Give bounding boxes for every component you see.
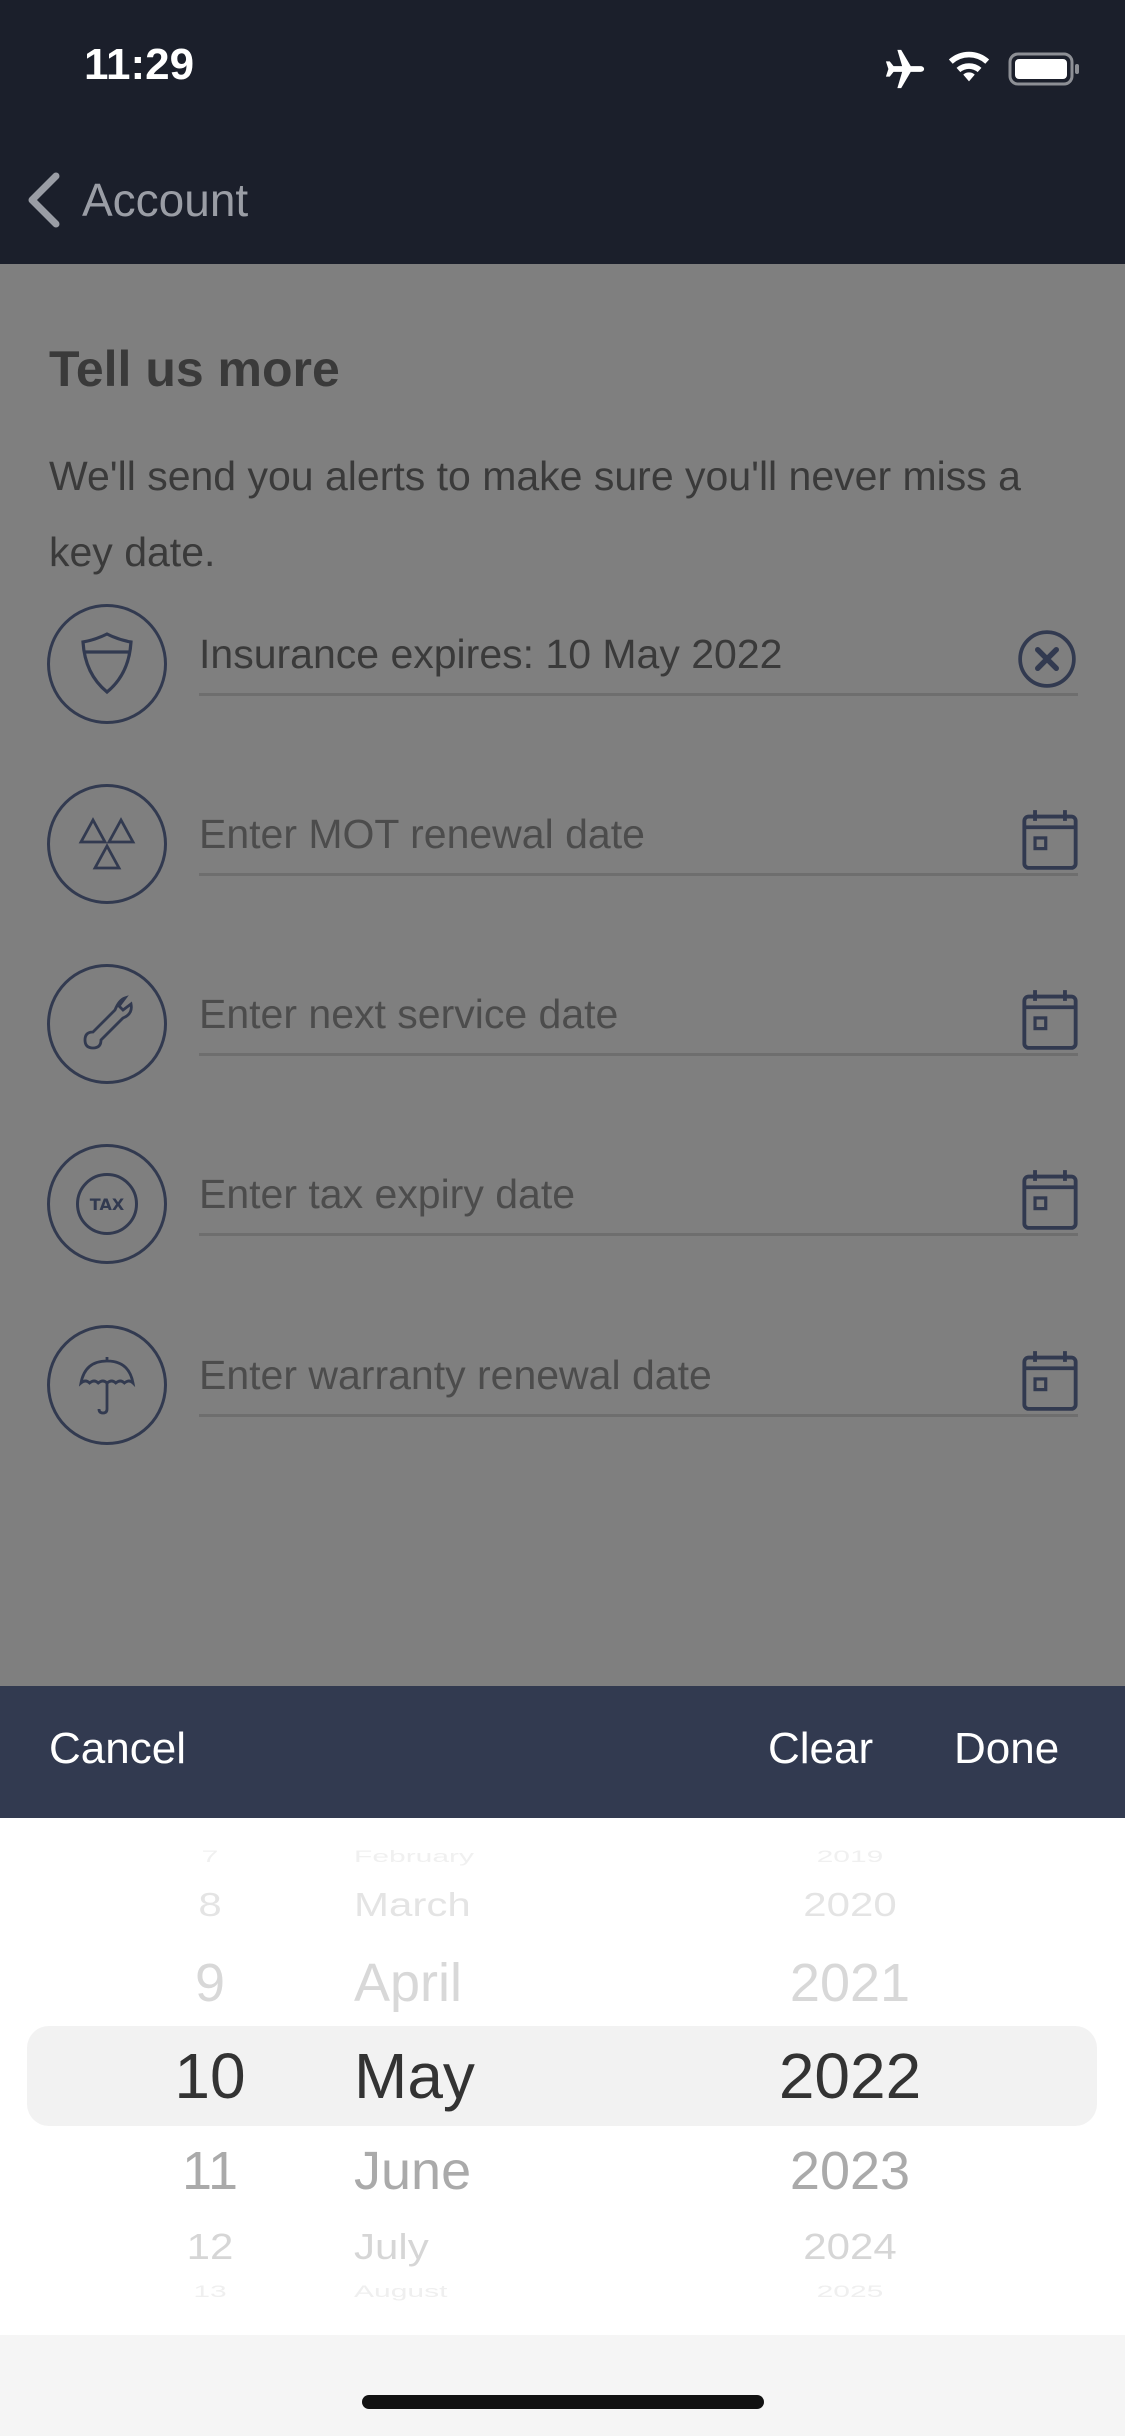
date-picker[interactable]: 7 8 9 10 11 12 13 February March April May June July…: [0, 1818, 1125, 2335]
day-wheel-item[interactable]: 9: [60, 1952, 360, 2014]
mot-date-field[interactable]: Enter MOT renewal date: [199, 804, 1078, 876]
back-button[interactable]: Account: [24, 170, 248, 230]
year-wheel-item[interactable]: 2020: [700, 1886, 1000, 1924]
calendar-icon[interactable]: [1022, 808, 1078, 870]
year-wheel-item[interactable]: 2022: [700, 2039, 1000, 2113]
year-wheel-item[interactable]: 2021: [700, 1952, 1000, 2014]
status-time: 11:29: [84, 40, 195, 89]
tax-disc-icon: TAX: [47, 1144, 167, 1264]
year-wheel-item[interactable]: 2023: [700, 2140, 1000, 2202]
day-wheel-item[interactable]: 7: [60, 1848, 360, 1867]
home-area: [0, 2335, 1125, 2436]
battery-icon: [1008, 52, 1079, 86]
wrench-icon: [47, 964, 167, 1084]
chevron-left-icon: [28, 172, 60, 228]
month-wheel-item[interactable]: May: [354, 2039, 475, 2113]
month-wheel-item[interactable]: March: [354, 1886, 471, 1924]
clear-icon[interactable]: [1016, 628, 1078, 690]
clear-button[interactable]: Clear: [768, 1724, 873, 1774]
page-title: Tell us more: [49, 341, 340, 397]
airplane-icon: [885, 49, 925, 89]
day-wheel-item[interactable]: 10: [60, 2039, 360, 2113]
year-wheel-item[interactable]: 2024: [700, 2227, 1000, 2268]
navigation-bar: Account: [0, 140, 1125, 264]
year-wheel-item[interactable]: 2019: [700, 1848, 1000, 1867]
form-content: Tell us more We'll send you alerts to ma…: [0, 264, 1125, 1686]
calendar-icon[interactable]: [1022, 988, 1078, 1050]
mot-triangles-icon: [47, 784, 167, 904]
month-wheel-item[interactable]: August: [354, 2283, 447, 2302]
warranty-date-field[interactable]: Enter warranty renewal date: [199, 1345, 1078, 1417]
year-wheel-item[interactable]: 2025: [700, 2283, 1000, 2302]
intro-text: We'll send you alerts to make sure you'l…: [49, 453, 1021, 575]
tax-date-field[interactable]: Enter tax expiry date: [199, 1164, 1078, 1236]
mot-row: Enter MOT renewal date: [0, 784, 1125, 904]
home-indicator[interactable]: [362, 2395, 764, 2409]
day-wheel-item[interactable]: 12: [60, 2227, 360, 2268]
cancel-button[interactable]: Cancel: [49, 1724, 186, 1774]
picker-toolbar: Cancel Clear Done: [0, 1686, 1125, 1818]
done-button[interactable]: Done: [954, 1724, 1059, 1774]
tax-row: TAX Enter tax expiry date: [0, 1144, 1125, 1264]
day-wheel-item[interactable]: 11: [60, 2140, 360, 2202]
month-wheel-item[interactable]: June: [354, 2140, 471, 2202]
service-date-field[interactable]: Enter next service date: [199, 984, 1078, 1056]
status-bar: 11:29: [0, 0, 1125, 140]
back-label: Account: [82, 174, 249, 226]
shield-icon: [47, 604, 167, 724]
day-wheel-item[interactable]: 8: [60, 1886, 360, 1924]
insurance-row: Insurance expires: 10 May 2022: [0, 604, 1125, 724]
warranty-row: Enter warranty renewal date: [0, 1325, 1125, 1445]
insurance-date-field[interactable]: Insurance expires: 10 May 2022: [199, 624, 1078, 696]
month-wheel-item[interactable]: July: [354, 2227, 429, 2268]
service-row: Enter next service date: [0, 964, 1125, 1084]
calendar-icon[interactable]: [1022, 1349, 1078, 1411]
day-wheel-item[interactable]: 13: [60, 2283, 360, 2302]
wifi-icon: [948, 51, 990, 82]
calendar-icon[interactable]: [1022, 1168, 1078, 1230]
month-wheel-item[interactable]: February: [354, 1848, 474, 1867]
month-wheel-item[interactable]: April: [354, 1952, 462, 2014]
umbrella-icon: [47, 1325, 167, 1445]
